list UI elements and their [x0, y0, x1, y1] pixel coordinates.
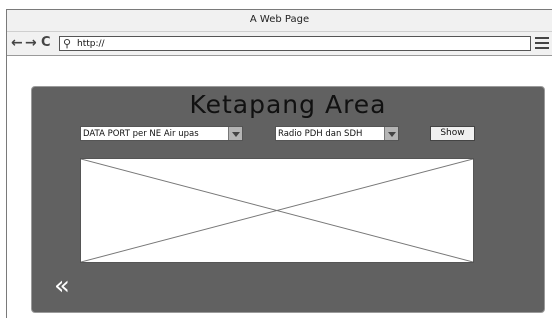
- area-panel: Ketapang Area DATA PORT per NE Air upas …: [31, 86, 545, 313]
- reload-icon[interactable]: C: [41, 35, 51, 51]
- show-button[interactable]: Show: [430, 126, 475, 141]
- image-placeholder: [80, 158, 474, 263]
- window-title: A Web Page: [249, 14, 310, 25]
- chevron-down-icon[interactable]: [228, 127, 242, 140]
- search-icon: ⚲: [63, 37, 72, 50]
- title-bar: A Web Page: [7, 10, 552, 32]
- browser-window: A Web Page ← → C ⚲ http:// Ketapang Area…: [6, 9, 552, 318]
- page-content: Ketapang Area DATA PORT per NE Air upas …: [7, 57, 552, 318]
- caption-fragment: [0, 0, 552, 8]
- radio-type-select[interactable]: Radio PDH dan SDH: [275, 126, 399, 141]
- radio-type-select-value: Radio PDH dan SDH: [278, 129, 363, 139]
- chevron-down-icon[interactable]: [384, 127, 398, 140]
- forward-arrow-icon[interactable]: →: [25, 35, 37, 51]
- page-title: Ketapang Area: [189, 90, 387, 119]
- address-text: http://: [77, 39, 105, 49]
- back-arrow-icon[interactable]: ←: [11, 35, 23, 51]
- hamburger-menu-icon[interactable]: [535, 37, 549, 49]
- data-port-select-value: DATA PORT per NE Air upas: [83, 129, 199, 139]
- address-bar[interactable]: ⚲ http://: [59, 36, 531, 51]
- double-chevron-left-icon[interactable]: «: [54, 271, 70, 301]
- data-port-select[interactable]: DATA PORT per NE Air upas: [80, 126, 243, 141]
- navigation-bar: ← → C ⚲ http://: [7, 32, 552, 56]
